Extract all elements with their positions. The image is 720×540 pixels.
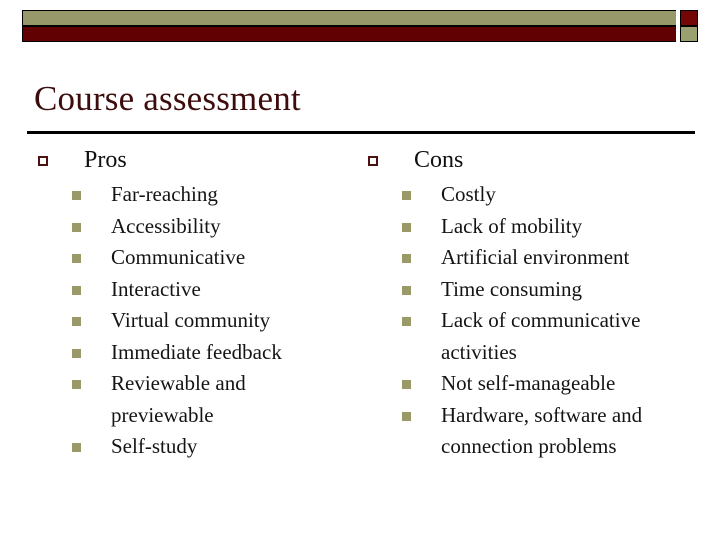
column-heading-label: Pros: [84, 147, 127, 173]
list-item-label: Immediate feedback: [111, 339, 282, 364]
banner-bar-olive: [22, 10, 676, 26]
list-item: Virtual community: [72, 305, 368, 337]
list-item: Reviewable and previewable: [72, 368, 368, 431]
filled-square-bullet-icon: [402, 317, 411, 326]
list-item-label: Accessibility: [111, 213, 221, 238]
title-underline-rule: [27, 131, 695, 134]
list-item: Lack of mobility: [402, 211, 708, 243]
banner-cap-red: [680, 10, 698, 26]
list-item-label: Far-reaching: [111, 182, 218, 206]
list-item-label: Communicative: [111, 245, 246, 269]
list-item-label: Costly: [441, 182, 496, 206]
cons-list: Costly Lack of mobility Artificial envir…: [402, 179, 708, 463]
column-cons: Cons Costly Lack of mobility Artificial …: [368, 145, 708, 463]
filled-square-bullet-icon: [72, 285, 81, 295]
list-item: Accessibility: [72, 211, 368, 243]
list-item-label: Reviewable and previewable: [111, 371, 246, 427]
list-item: Costly: [402, 179, 708, 211]
list-item-label: Lack of mobility: [441, 213, 583, 238]
filled-square-bullet-icon: [402, 380, 411, 389]
filled-square-bullet-icon: [72, 317, 81, 326]
list-item-label: Lack of communicative activities: [441, 308, 641, 364]
slide-title: Course assessment: [34, 79, 301, 118]
pros-list: Far-reaching Accessibility Communicative…: [72, 179, 368, 463]
content-columns: Pros Far-reaching Accessibility Communic…: [0, 145, 720, 525]
list-item: Not self-manageable: [402, 368, 708, 400]
list-item-label: Not self-manageable: [441, 371, 616, 395]
banner-cap-olive: [680, 26, 698, 42]
list-item: Far-reaching: [72, 179, 368, 211]
list-item: Time consuming: [402, 274, 708, 306]
list-item-label: Hardware, software and connection proble…: [441, 402, 643, 459]
list-item: Lack of communicative activities: [402, 305, 708, 368]
list-item: Artificial environment: [402, 242, 708, 274]
column-heading-label: Cons: [414, 147, 464, 173]
list-item: Immediate feedback: [72, 337, 368, 369]
list-item: Self-study: [72, 431, 368, 463]
filled-square-bullet-icon: [72, 254, 81, 263]
filled-square-bullet-icon: [72, 380, 81, 389]
filled-square-bullet-icon: [72, 348, 81, 358]
list-item-label: Time consuming: [441, 276, 582, 301]
header-banner: [22, 10, 698, 43]
banner-bar-red: [22, 26, 676, 42]
filled-square-bullet-icon: [402, 222, 411, 232]
list-item: Communicative: [72, 242, 368, 274]
filled-square-bullet-icon: [402, 285, 411, 295]
column-heading-row: Cons: [368, 145, 708, 179]
banner-row-bottom: [22, 26, 698, 42]
list-item-label: Self-study: [111, 434, 198, 458]
list-item-label: Interactive: [111, 276, 201, 301]
column-heading-row: Pros: [38, 145, 368, 179]
list-item: Interactive: [72, 274, 368, 306]
filled-square-bullet-icon: [72, 191, 81, 200]
list-item-label: Virtual community: [111, 308, 271, 332]
filled-square-bullet-icon: [72, 443, 81, 452]
list-item-label: Artificial environment: [441, 245, 630, 269]
filled-square-bullet-icon: [402, 411, 411, 421]
hollow-square-bullet-icon: [38, 156, 48, 166]
filled-square-bullet-icon: [402, 191, 411, 200]
filled-square-bullet-icon: [72, 222, 81, 232]
list-item: Hardware, software and connection proble…: [402, 400, 708, 463]
filled-square-bullet-icon: [402, 254, 411, 263]
column-pros: Pros Far-reaching Accessibility Communic…: [38, 145, 368, 463]
hollow-square-bullet-icon: [368, 156, 378, 166]
banner-row-top: [22, 10, 698, 26]
